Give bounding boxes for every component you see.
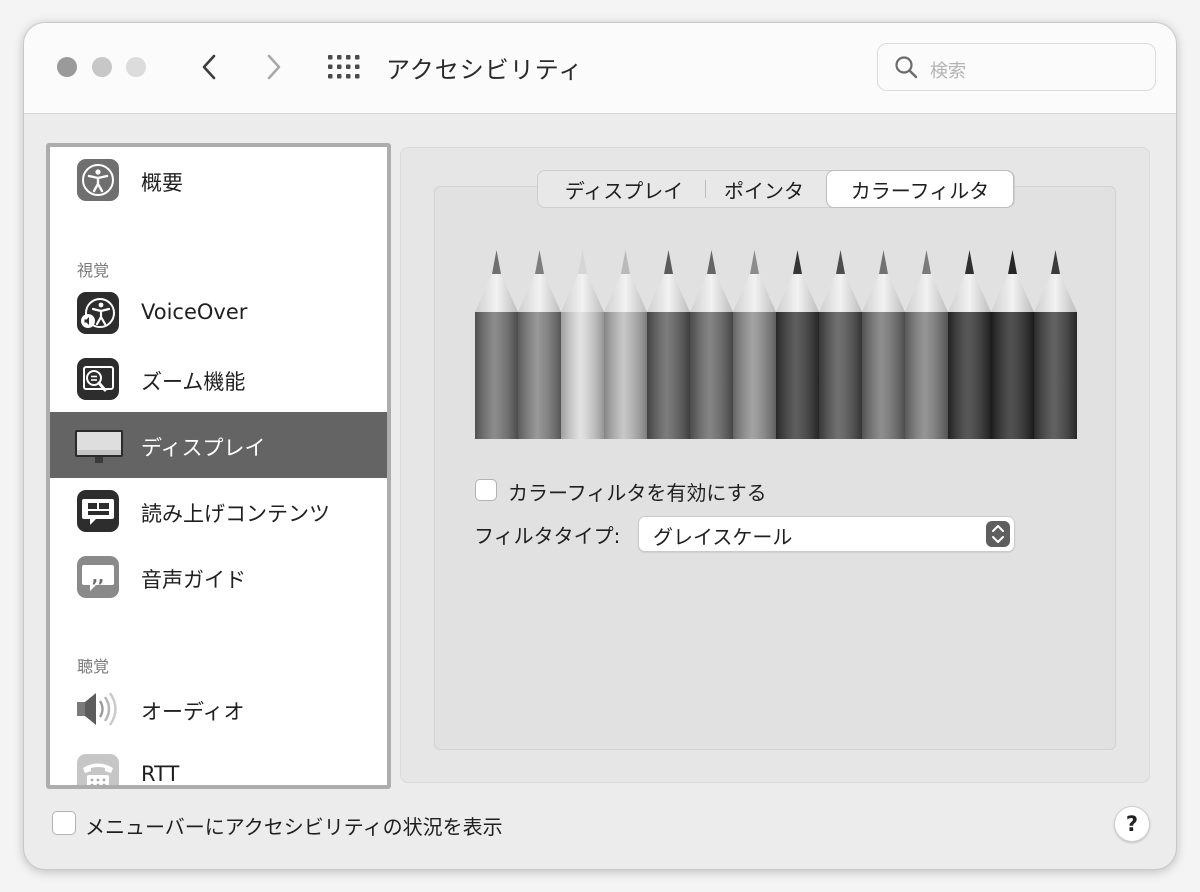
sidebar-item-label: 概要 xyxy=(141,171,183,195)
updown-chevron-icon xyxy=(986,521,1010,547)
spoken-content-icon xyxy=(76,489,120,533)
sidebar-item-audio[interactable]: オーディオ xyxy=(50,676,387,742)
sidebar-item-descriptions[interactable]: ,, 音声ガイド xyxy=(50,544,387,610)
sidebar-item-label: ディスプレイ xyxy=(141,436,266,460)
speaker-icon xyxy=(74,687,124,731)
sidebar-item-rtt[interactable]: RTT xyxy=(50,742,387,786)
close-window-button[interactable] xyxy=(57,57,77,77)
chevron-left-icon xyxy=(202,54,216,80)
tab-color-filter[interactable]: カラーフィルタ xyxy=(827,171,1013,207)
color-pencils-illustration xyxy=(475,250,1077,439)
sidebar-item-label: 読み上げコンテンツ xyxy=(141,502,330,526)
accessibility-overview-icon xyxy=(76,158,120,202)
sidebar-item-label: RTT xyxy=(141,762,180,786)
preferences-window: アクセシビリティ 検索 概要 視覚 VoiceOver ズーム機能 ディスプレイ… xyxy=(23,22,1177,870)
sidebar-item-label: ズーム機能 xyxy=(141,370,246,394)
sidebar-item-overview[interactable]: 概要 xyxy=(50,147,387,213)
svg-text:,,: ,, xyxy=(92,567,104,586)
filter-type-value: グレイスケール xyxy=(653,525,793,549)
tab-separator xyxy=(705,180,706,198)
enable-color-filter-checkbox[interactable] xyxy=(475,479,497,501)
descriptions-icon: ,, xyxy=(76,555,120,599)
zoom-window-button[interactable] xyxy=(126,57,146,77)
display-icon xyxy=(74,423,124,467)
sidebar-item-voiceover[interactable]: VoiceOver xyxy=(50,280,387,346)
search-icon xyxy=(895,56,918,79)
sidebar-item-label: VoiceOver xyxy=(141,300,248,324)
show-all-button[interactable] xyxy=(324,47,364,87)
section-heading-hearing: 聴覚 xyxy=(77,657,110,676)
show-in-menubar-label: メニューバーにアクセシビリティの状況を表示 xyxy=(85,815,503,839)
voiceover-icon xyxy=(76,291,120,335)
rtt-telephone-icon xyxy=(76,753,120,785)
search-placeholder: 検索 xyxy=(930,61,966,82)
section-heading-vision: 視覚 xyxy=(77,261,110,280)
detail-pane xyxy=(400,147,1150,783)
sidebar-item-spoken-content[interactable]: 読み上げコンテンツ xyxy=(50,478,387,544)
zoom-icon xyxy=(76,357,120,401)
minimize-window-button[interactable] xyxy=(92,57,112,77)
tab-display[interactable]: ディスプレイ xyxy=(544,171,704,207)
chevron-right-icon xyxy=(267,54,281,80)
back-button[interactable] xyxy=(189,47,229,87)
search-field[interactable]: 検索 xyxy=(877,43,1156,91)
sidebar-item-display[interactable]: ディスプレイ xyxy=(50,412,387,478)
forward-button[interactable] xyxy=(254,47,294,87)
title-bar: アクセシビリティ 検索 xyxy=(24,23,1176,114)
sidebar-item-label: 音声ガイド xyxy=(141,568,246,592)
grid-icon xyxy=(328,55,360,79)
window-title: アクセシビリティ xyxy=(386,56,584,84)
sidebar-list[interactable]: 概要 視覚 VoiceOver ズーム機能 ディスプレイ 読み上げコンテンツ ,… xyxy=(46,143,391,789)
tab-bar: ディスプレイ ポインタ カラーフィルタ xyxy=(537,170,1015,208)
filter-type-select[interactable]: グレイスケール xyxy=(638,516,1015,552)
tab-content-panel xyxy=(434,186,1116,750)
show-in-menubar-checkbox[interactable] xyxy=(52,811,76,835)
enable-color-filter-label: カラーフィルタを有効にする xyxy=(508,481,767,505)
sidebar-item-zoom[interactable]: ズーム機能 xyxy=(50,346,387,412)
filter-type-label: フィルタタイプ: xyxy=(474,524,621,548)
sidebar-item-label: オーディオ xyxy=(141,700,245,724)
tab-pointer[interactable]: ポインタ xyxy=(708,171,820,207)
help-button[interactable]: ? xyxy=(1114,806,1150,842)
